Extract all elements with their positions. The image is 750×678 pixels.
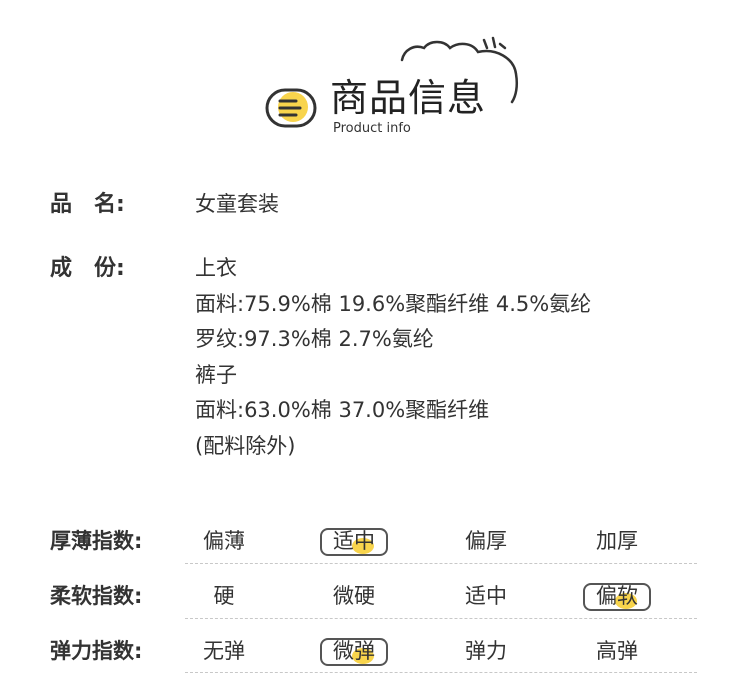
thickness-scale-row: 厚薄指数: 偏薄 适中 偏厚 加厚 (0, 521, 750, 561)
section-header: 商品信息 Product info (0, 0, 750, 160)
elasticity-scale-label: 弹力指数: (50, 639, 143, 663)
sparkle-icon (482, 36, 507, 50)
elasticity-option: 无弹 (203, 639, 245, 663)
name-value: 女童套装 (195, 192, 279, 216)
composition-line: 面料:75.9%棉 19.6%聚酯纤维 4.5%氨纶 (195, 291, 592, 316)
row-divider (185, 563, 697, 564)
softness-option: 硬 (213, 584, 235, 608)
thickness-option: 偏厚 (465, 529, 507, 553)
softness-option: 微硬 (333, 584, 375, 608)
softness-option-selected: 偏软 (552, 576, 682, 616)
menu-document-icon (265, 88, 317, 128)
row-divider (185, 672, 697, 673)
elasticity-scale-row: 弹力指数: 无弹 微弹 弹力 高弹 (0, 631, 750, 671)
composition-value: 上衣 面料:75.9%棉 19.6%聚酯纤维 4.5%氨纶 罗纹:97.3%棉 … (195, 251, 591, 464)
composition-label: 成 份: (50, 256, 125, 281)
softness-option: 适中 (465, 584, 507, 608)
thickness-option: 加厚 (596, 529, 638, 553)
composition-line: 罗纹:97.3%棉 2.7%氨纶 (195, 327, 434, 351)
section-subtitle: Product info (333, 121, 411, 136)
elasticity-option: 高弹 (596, 639, 638, 663)
composition-line: 裤子 (195, 362, 237, 387)
composition-line: (配料除外) (195, 433, 296, 458)
composition-line: 上衣 (195, 256, 237, 280)
thickness-option-selected: 适中 (289, 521, 419, 561)
elasticity-option-selected: 微弹 (289, 631, 419, 671)
row-divider (185, 618, 697, 619)
name-label: 品 名: (50, 192, 125, 217)
elasticity-option: 弹力 (465, 639, 507, 663)
thickness-option: 偏薄 (203, 529, 245, 553)
thickness-scale-label: 厚薄指数: (50, 529, 143, 553)
section-title: 商品信息 (330, 76, 487, 120)
softness-scale-label: 柔软指数: (50, 584, 143, 608)
softness-scale-row: 柔软指数: 硬 微硬 适中 偏软 (0, 576, 750, 616)
composition-line: 面料:63.0%棉 37.0%聚酯纤维 (195, 398, 490, 422)
